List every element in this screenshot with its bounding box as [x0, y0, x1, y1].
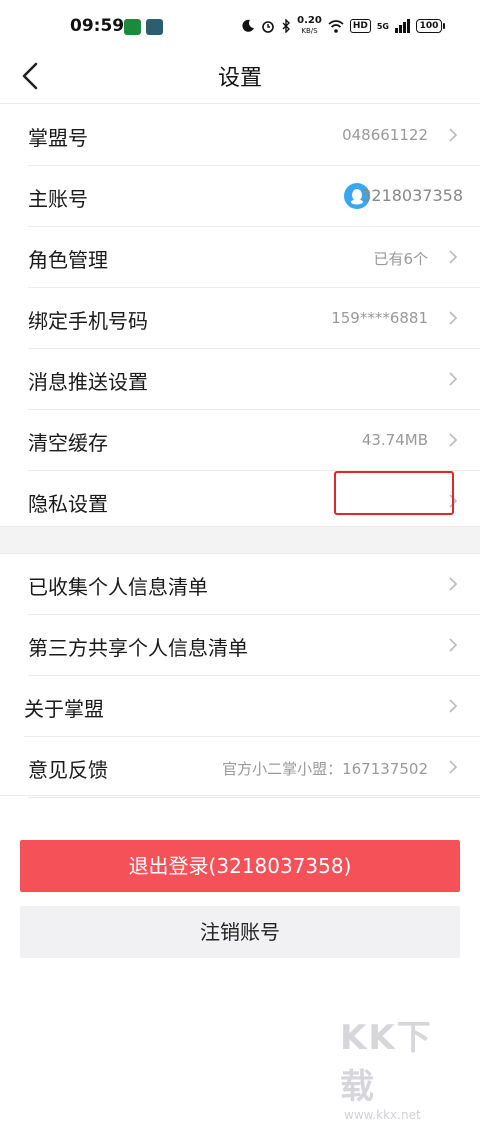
- status-bar: 09:59 0.20 KB/S HD 5G 100: [0, 0, 480, 52]
- divider: [0, 795, 480, 796]
- chevron-right-icon: [449, 250, 458, 264]
- section-separator: [0, 526, 480, 554]
- row-label: 主账号: [28, 187, 88, 211]
- page-title: 设置: [217, 66, 262, 91]
- app-notification-icon: [124, 19, 141, 35]
- chevron-right-icon: [449, 699, 458, 713]
- bluetooth-icon: [282, 19, 291, 33]
- row-about[interactable]: 关于掌盟: [24, 676, 480, 737]
- net-speed: 0.20 KB/S: [297, 16, 322, 36]
- row-bind-phone[interactable]: 绑定手机号码 159****6881: [28, 288, 480, 349]
- section-gap: [0, 526, 480, 554]
- chevron-right-icon: [449, 760, 458, 774]
- row-label: 消息推送设置: [28, 370, 148, 394]
- settings-list-2: 已收集个人信息清单 第三方共享个人信息清单 关于掌盟 意见反馈 官方小二掌小盟：…: [0, 554, 480, 798]
- row-label: 隐私设置: [28, 492, 108, 516]
- net-speed-unit: KB/S: [301, 27, 318, 35]
- row-value: 官方小二掌小盟：167137502: [222, 760, 428, 778]
- chevron-right-icon: [449, 128, 458, 142]
- signal-type: 5G: [376, 21, 389, 31]
- row-push-settings[interactable]: 消息推送设置: [28, 349, 480, 410]
- watermark-url: www.kkx.net: [344, 1108, 421, 1122]
- status-time: 09:59: [70, 16, 125, 36]
- chevron-right-icon: [449, 433, 458, 447]
- row-label: 已收集个人信息清单: [28, 575, 208, 599]
- row-role-management[interactable]: 角色管理 已有6个: [28, 227, 480, 288]
- watermark-text: KK下载: [340, 1018, 433, 1107]
- cancel-account-button[interactable]: 注销账号: [20, 906, 460, 958]
- chevron-right-icon: [449, 577, 458, 591]
- row-account-id[interactable]: 掌盟号 048661122: [28, 105, 480, 166]
- row-label: 第三方共享个人信息清单: [28, 636, 248, 660]
- row-label: 绑定手机号码: [28, 309, 148, 333]
- status-icons: 0.20 KB/S HD 5G 100: [241, 14, 445, 38]
- battery-icon: 100: [416, 19, 445, 33]
- chevron-right-icon: [449, 372, 458, 386]
- settings-list-1: 掌盟号 048661122 主账号 3218037358 角色管理 已有6个 绑…: [0, 105, 480, 531]
- logout-button[interactable]: 退出登录(3218037358): [20, 840, 460, 892]
- row-value: 3218037358: [361, 186, 463, 205]
- row-collected-info[interactable]: 已收集个人信息清单: [28, 554, 480, 615]
- highlight-box: [334, 471, 454, 515]
- row-label: 清空缓存: [28, 431, 108, 455]
- moon-icon: [242, 19, 255, 32]
- row-feedback[interactable]: 意见反馈 官方小二掌小盟：167137502: [28, 737, 480, 798]
- signal-icon: [395, 19, 410, 33]
- row-label: 掌盟号: [28, 126, 88, 150]
- row-third-party-info[interactable]: 第三方共享个人信息清单: [28, 615, 480, 676]
- row-label: 关于掌盟: [24, 697, 104, 721]
- alarm-icon: [262, 21, 274, 33]
- row-clear-cache[interactable]: 清空缓存 43.74MB: [28, 410, 480, 471]
- row-label: 意见反馈: [28, 758, 108, 782]
- divider: [0, 103, 480, 104]
- row-value: 43.74MB: [361, 431, 428, 449]
- row-value: 048661122: [342, 126, 428, 144]
- chevron-right-icon: [449, 311, 458, 325]
- watermark-logo: KK下载 www.kkx.net: [340, 1010, 460, 1122]
- row-value: 159****6881: [331, 309, 428, 327]
- net-speed-value: 0.20: [297, 15, 322, 26]
- row-main-account[interactable]: 主账号 3218037358: [28, 166, 480, 227]
- app-notification-icon-2: [146, 19, 163, 35]
- hd-badge: HD: [349, 19, 371, 33]
- row-value: 已有6个: [373, 250, 428, 268]
- chevron-right-icon: [449, 638, 458, 652]
- nav-bar: 设置: [0, 52, 480, 100]
- row-label: 角色管理: [28, 248, 108, 272]
- wifi-icon: [328, 19, 344, 33]
